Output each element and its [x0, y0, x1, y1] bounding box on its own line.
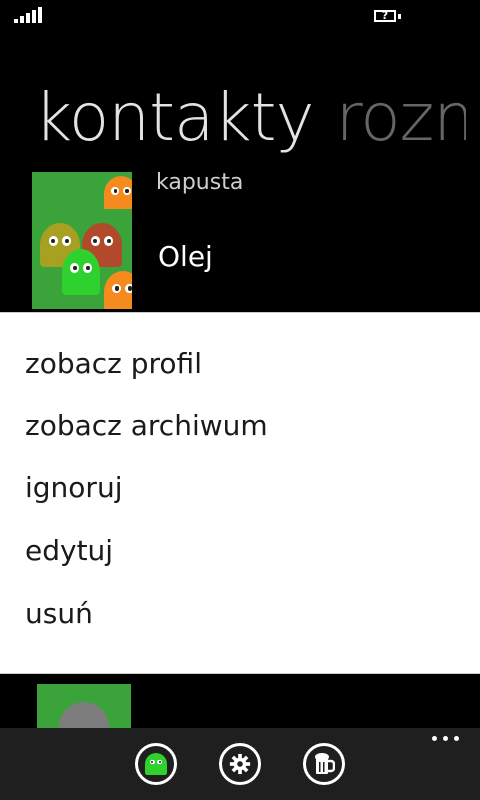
status-ghost-button[interactable] — [135, 743, 177, 785]
contact-name-olej[interactable]: Olej — [158, 240, 213, 273]
menu-item-view-profile[interactable]: zobacz profil — [25, 347, 202, 380]
contact-list: kapusta Olej — [0, 172, 480, 312]
menu-item-view-archive[interactable]: zobacz archiwum — [25, 409, 268, 442]
ellipsis-icon[interactable] — [432, 736, 459, 741]
ghost-icon — [104, 271, 132, 309]
battery-unknown-label: ? — [381, 9, 389, 22]
beer-mug-icon — [315, 753, 335, 774]
menu-item-delete[interactable]: usuń — [25, 597, 93, 630]
status-bar: ? — [0, 0, 480, 32]
ghost-icon — [62, 249, 100, 295]
battery-icon: ? — [374, 10, 396, 22]
settings-button[interactable] — [219, 743, 261, 785]
menu-item-ignore[interactable]: ignoruj — [25, 471, 122, 504]
pivot-item-rozmowy[interactable]: rozmowy — [336, 79, 466, 156]
signal-strength-icon — [14, 7, 42, 23]
battery-tip — [398, 14, 401, 19]
beer-button[interactable] — [303, 743, 345, 785]
ghost-icon — [145, 753, 167, 775]
contact-avatar-olej[interactable] — [32, 209, 132, 309]
contact-name-previous: kapusta — [156, 172, 244, 195]
contact-list-bottom — [0, 674, 480, 729]
app-bar — [0, 728, 480, 800]
menu-item-edit[interactable]: edytuj — [25, 534, 113, 567]
ghost-icon — [104, 176, 132, 212]
pivot-item-kontakty[interactable]: kontakty — [34, 79, 315, 156]
pivot-header: kontakty rozmowy — [0, 78, 466, 158]
context-menu: zobacz profil zobacz archiwum ignoruj ed… — [0, 312, 480, 674]
gear-icon — [229, 753, 251, 775]
contact-avatar-next[interactable] — [37, 684, 131, 729]
